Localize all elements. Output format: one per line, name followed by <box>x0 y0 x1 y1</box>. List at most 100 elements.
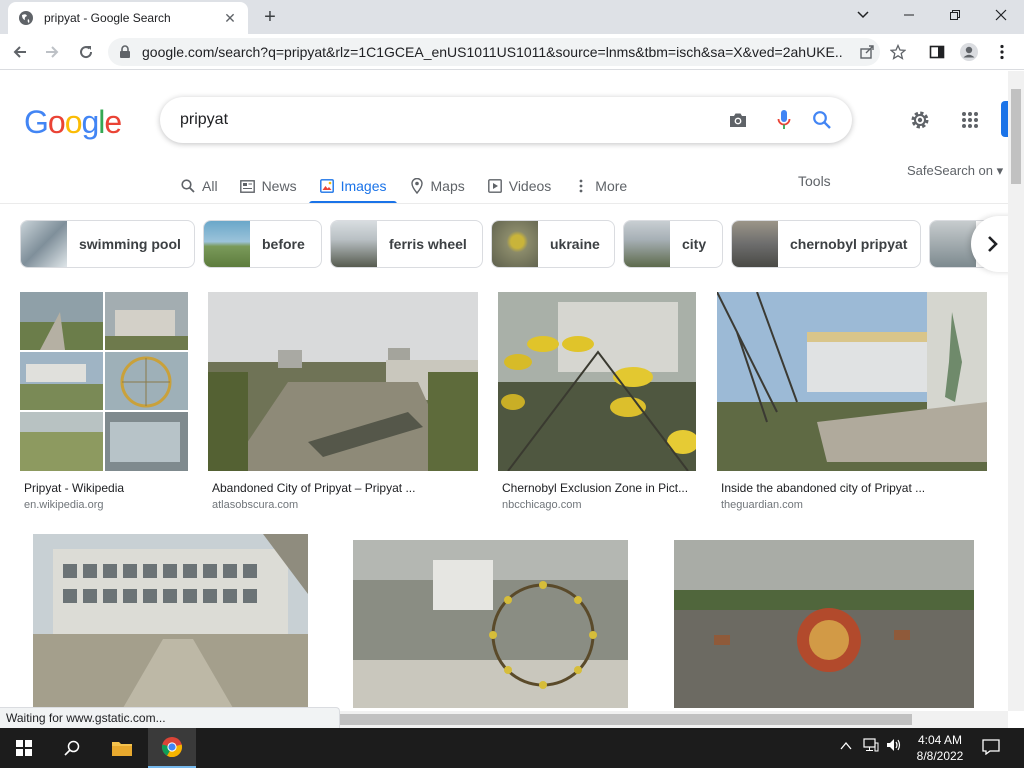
image-result[interactable]: Abandoned City of Pripyat – Pripyat ... … <box>208 292 478 517</box>
result-caption: Pripyat - Wikipedia <box>24 481 125 495</box>
map-pin-icon <box>409 178 425 194</box>
tab-maps[interactable]: Maps <box>409 170 465 202</box>
tab-videos[interactable]: Videos <box>487 170 552 202</box>
close-tab-icon[interactable]: ✕ <box>222 10 238 26</box>
chip-ukraine[interactable]: ukraine <box>491 220 615 268</box>
chip-thumbnail <box>204 221 250 267</box>
chip-swimming-pool[interactable]: swimming pool <box>20 220 195 268</box>
news-icon <box>240 178 256 194</box>
apps-grid-icon[interactable] <box>958 108 982 132</box>
new-tab-button[interactable]: + <box>260 7 280 27</box>
tab-news[interactable]: News <box>240 170 297 202</box>
chip-before[interactable]: before <box>203 220 322 268</box>
tab-strip: pripyat - Google Search ✕ + <box>0 0 1024 34</box>
network-icon[interactable] <box>863 738 879 755</box>
vertical-scrollbar[interactable] <box>1008 71 1024 711</box>
tab-search-icon[interactable] <box>840 0 886 30</box>
chrome-taskbar-button[interactable] <box>148 728 196 768</box>
browser-toolbar: google.com/search?q=pripyat&rlz=1C1GCEA_… <box>0 34 1024 70</box>
side-panel-icon[interactable] <box>925 40 949 64</box>
tab-title: pripyat - Google Search <box>44 11 171 25</box>
google-logo[interactable]: Google <box>24 104 122 141</box>
result-caption: Inside the abandoned city of Pripyat ... <box>721 481 926 495</box>
settings-gear-icon[interactable] <box>908 108 932 132</box>
address-bar[interactable]: google.com/search?q=pripyat&rlz=1C1GCEA_… <box>108 38 880 66</box>
chip-label: before <box>262 236 305 252</box>
image-icon <box>319 178 335 194</box>
status-bar: Waiting for www.gstatic.com... <box>0 707 340 728</box>
tab-all[interactable]: All <box>180 170 218 202</box>
search-button[interactable] <box>48 728 96 768</box>
result-source: nbcchicago.com <box>502 499 582 511</box>
result-source: theguardian.com <box>721 499 803 511</box>
more-vert-icon <box>573 178 589 194</box>
search-tabs: All News Images Maps Videos More <box>180 170 649 204</box>
start-button[interactable] <box>0 728 48 768</box>
minimize-button[interactable] <box>886 0 932 30</box>
chip-thumbnail <box>930 221 976 267</box>
file-explorer-button[interactable] <box>98 728 146 768</box>
vertical-scroll-thumb[interactable] <box>1011 89 1021 184</box>
logo-letter: g <box>81 104 99 140</box>
share-icon[interactable] <box>855 40 879 64</box>
video-icon <box>487 178 503 194</box>
back-button[interactable] <box>8 40 32 64</box>
chip-thumbnail <box>331 221 377 267</box>
browser-tab[interactable]: pripyat - Google Search ✕ <box>8 2 248 34</box>
chip-label: chernobyl pripyat <box>790 236 908 252</box>
result-caption: Abandoned City of Pripyat – Pripyat ... <box>212 481 416 495</box>
search-icon[interactable] <box>810 108 834 132</box>
image-result[interactable]: Pripyat - Wikipedia en.wikipedia.org <box>20 292 188 517</box>
image-result[interactable] <box>353 540 628 708</box>
chip-chernobyl-pripyat[interactable]: chernobyl pripyat <box>731 220 921 268</box>
result-thumbnail <box>498 292 696 471</box>
url-text: google.com/search?q=pripyat&rlz=1C1GCEA_… <box>142 44 842 60</box>
clock-time: 4:04 AM <box>917 733 963 747</box>
tab-label: Maps <box>430 178 465 194</box>
tools-button[interactable]: Tools <box>798 173 831 189</box>
result-caption: Chernobyl Exclusion Zone in Pict... <box>502 481 689 495</box>
tab-label: Videos <box>508 178 552 194</box>
search-icon <box>64 740 80 756</box>
chip-label: ferris wheel <box>389 236 467 252</box>
reload-button[interactable] <box>74 40 98 64</box>
profile-avatar-icon[interactable] <box>957 40 981 64</box>
caret-down-icon: ▾ <box>996 163 1004 178</box>
tab-label: Images <box>340 178 387 194</box>
tab-label: News <box>261 178 297 194</box>
image-result[interactable]: Chernobyl Exclusion Zone in Pict... nbcc… <box>498 292 696 517</box>
chip-ferris-wheel[interactable]: ferris wheel <box>330 220 483 268</box>
chip-city[interactable]: city <box>623 220 723 268</box>
image-result[interactable] <box>33 534 308 708</box>
search-box[interactable]: pripyat <box>160 97 852 143</box>
safesearch-label: SafeSearch on <box>907 163 994 178</box>
result-thumbnail <box>20 292 188 471</box>
result-source: en.wikipedia.org <box>24 499 104 511</box>
search-input[interactable]: pripyat <box>180 111 852 129</box>
divider <box>0 203 1008 204</box>
chrome-menu-icon[interactable] <box>990 40 1014 64</box>
tab-images[interactable]: Images <box>308 170 397 204</box>
bookmark-star-icon[interactable] <box>886 40 910 64</box>
restore-button[interactable] <box>932 0 978 30</box>
horizontal-scroll-thumb[interactable] <box>340 714 912 725</box>
result-thumbnail <box>353 540 628 708</box>
system-clock[interactable]: 4:04 AM 8/8/2022 <box>912 732 968 764</box>
globe-icon <box>19 11 33 25</box>
chip-label: city <box>682 236 707 252</box>
tab-more[interactable]: More <box>573 170 627 202</box>
chevron-up-icon[interactable] <box>840 738 852 754</box>
close-window-button[interactable] <box>978 0 1024 30</box>
chip-thumbnail <box>732 221 778 267</box>
image-result[interactable]: Inside the abandoned city of Pripyat ...… <box>717 292 987 517</box>
volume-icon[interactable] <box>886 738 902 755</box>
chip-label: swimming pool <box>79 236 181 252</box>
safesearch-toggle[interactable]: SafeSearch on ▾ <box>907 163 1003 179</box>
result-thumbnail <box>208 292 478 471</box>
image-result[interactable] <box>674 540 974 708</box>
chip-thumbnail <box>624 221 670 267</box>
forward-button[interactable] <box>40 40 64 64</box>
camera-search-icon[interactable] <box>726 108 750 132</box>
microphone-icon[interactable] <box>772 108 796 132</box>
notifications-icon[interactable] <box>982 739 1000 758</box>
